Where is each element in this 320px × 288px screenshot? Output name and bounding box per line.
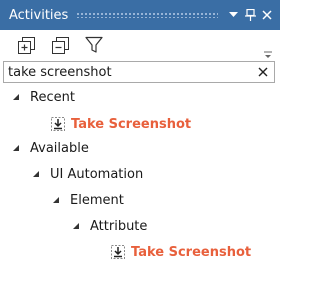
tree-node-label: Recent [30, 89, 75, 105]
tree-node-available[interactable]: Available [12, 137, 89, 159]
tree-node-label: Element [70, 192, 124, 208]
panel-title: Activities [9, 7, 69, 23]
filter-icon[interactable] [82, 33, 106, 57]
tree-node-recent[interactable]: Recent [12, 86, 75, 108]
tree-item-take-screenshot-available[interactable]: Take Screenshot [111, 241, 251, 263]
activity-icon [111, 245, 125, 259]
expand-all-icon[interactable] [14, 33, 38, 57]
tree-item-take-screenshot-recent[interactable]: Take Screenshot [51, 113, 191, 135]
activities-toolbar [0, 30, 280, 60]
search-input[interactable] [4, 62, 252, 82]
tree-item-label: Take Screenshot [131, 244, 252, 260]
expanded-arrow-icon[interactable] [32, 170, 40, 178]
expanded-arrow-icon[interactable] [12, 144, 20, 152]
tree-node-attribute[interactable]: Attribute [72, 215, 147, 237]
tree-node-label: Attribute [90, 218, 148, 234]
tree-node-label: Available [30, 140, 89, 156]
search-box [3, 61, 275, 83]
activity-icon [51, 117, 65, 131]
panel-title-bar: Activities [0, 0, 280, 30]
collapse-all-icon[interactable] [48, 33, 72, 57]
tree-node-label: UI Automation [50, 166, 144, 182]
close-icon[interactable] [260, 8, 274, 22]
tree-node-ui-automation[interactable]: UI Automation [32, 163, 143, 185]
clear-search-icon[interactable] [252, 62, 274, 82]
toolbar-overflow-icon[interactable] [264, 48, 274, 58]
title-bar-grip[interactable] [76, 12, 218, 18]
expanded-arrow-icon[interactable] [12, 93, 20, 101]
expanded-arrow-icon[interactable] [52, 196, 60, 204]
tree-node-element[interactable]: Element [52, 189, 124, 211]
expanded-arrow-icon[interactable] [72, 222, 80, 230]
dropdown-arrow-icon[interactable] [226, 8, 240, 22]
pin-icon[interactable] [243, 8, 257, 22]
tree-item-label: Take Screenshot [71, 116, 192, 132]
